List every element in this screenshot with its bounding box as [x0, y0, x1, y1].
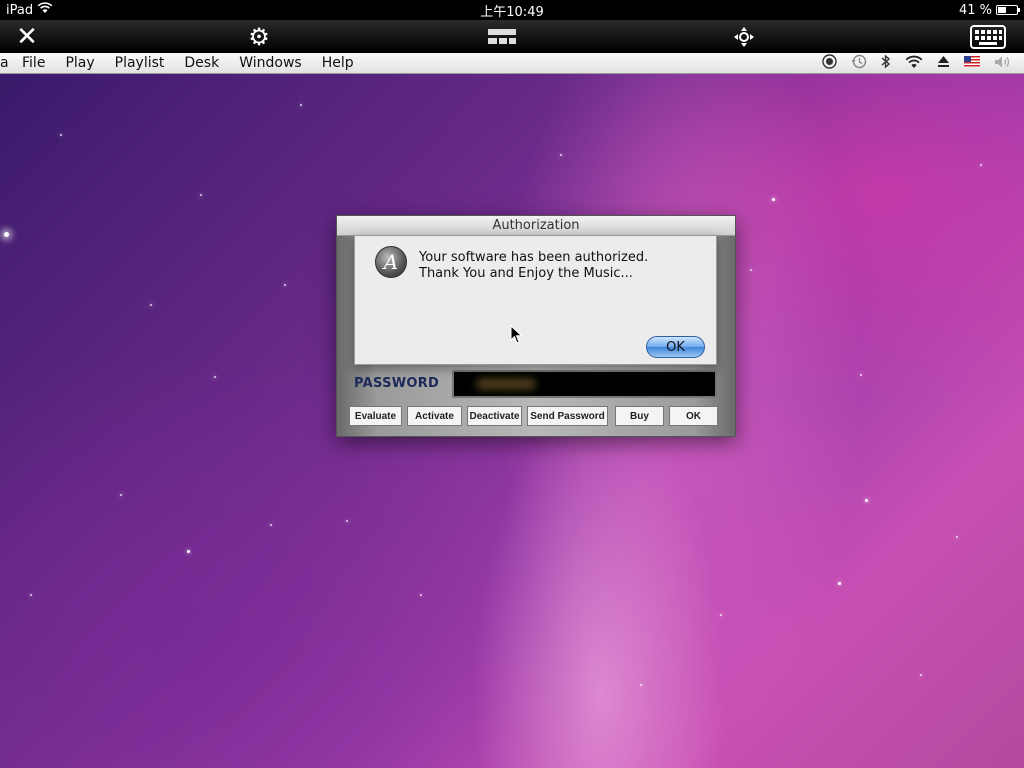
- star: [980, 164, 982, 166]
- menu-playlist[interactable]: Playlist: [105, 53, 175, 74]
- password-label: PASSWORD: [354, 376, 440, 391]
- battery-percent: 41 %: [958, 2, 992, 18]
- gear-icon[interactable]: ⚙: [244, 20, 274, 53]
- volume-icon[interactable]: [994, 55, 1012, 73]
- alert-ok-button[interactable]: OK: [646, 336, 705, 358]
- wifi-icon: [37, 2, 53, 18]
- move-icon[interactable]: [730, 20, 758, 53]
- ok-button[interactable]: OK: [669, 406, 718, 426]
- alert-message-line-1: Your software has been authorized.: [419, 250, 649, 265]
- close-icon[interactable]: ✕: [12, 20, 42, 53]
- buy-button[interactable]: Buy: [615, 406, 664, 426]
- menu-desk[interactable]: Desk: [174, 53, 229, 74]
- send-password-button[interactable]: Send Password: [527, 406, 608, 426]
- time-machine-icon[interactable]: [851, 54, 867, 73]
- star: [920, 674, 922, 676]
- mouse-cursor-icon: [510, 324, 524, 345]
- screen-layout-icon[interactable]: [484, 20, 520, 53]
- device-name: iPad: [6, 2, 34, 18]
- star: [640, 684, 642, 686]
- star: [720, 614, 722, 616]
- star: [838, 582, 841, 585]
- menu-app-edge[interactable]: a: [0, 53, 12, 74]
- password-field[interactable]: [452, 370, 717, 398]
- star: [772, 198, 775, 201]
- menu-play[interactable]: Play: [55, 53, 104, 74]
- star: [865, 499, 868, 502]
- bluetooth-icon[interactable]: [881, 54, 891, 73]
- star: [284, 284, 286, 286]
- star: [560, 154, 562, 156]
- password-blurred-value: [476, 378, 536, 390]
- app-icon: A: [375, 246, 407, 278]
- star: [420, 594, 422, 596]
- star: [346, 520, 348, 522]
- alert-message: Your software has been authorized. Thank…: [419, 250, 648, 282]
- star: [200, 194, 202, 196]
- wifi-icon[interactable]: [905, 55, 923, 73]
- star: [150, 304, 152, 306]
- mac-menu-bar: a File Play Playlist Desk Windows Help: [0, 53, 1024, 74]
- activate-button[interactable]: Activate: [407, 406, 462, 426]
- star: [30, 594, 32, 596]
- record-icon[interactable]: [822, 54, 837, 73]
- star: [120, 494, 122, 496]
- alert-message-line-2: Thank You and Enjoy the Music...: [419, 266, 633, 281]
- authorized-alert-sheet: A Your software has been authorized. Tha…: [354, 235, 717, 365]
- star: [60, 134, 62, 136]
- star: [4, 232, 9, 237]
- us-flag-icon[interactable]: [964, 56, 980, 71]
- star: [750, 269, 752, 271]
- menu-file[interactable]: File: [12, 53, 55, 74]
- ios-status-bar: iPad 上午10:49 41 %: [0, 0, 1024, 20]
- star: [300, 104, 302, 106]
- remote-toolbar: ✕ ⚙: [0, 20, 1024, 53]
- eject-icon[interactable]: [937, 55, 950, 72]
- star: [214, 376, 216, 378]
- status-time: 上午10:49: [480, 4, 544, 20]
- star: [270, 524, 272, 526]
- star: [860, 374, 862, 376]
- battery-icon: [996, 5, 1020, 15]
- evaluate-button[interactable]: Evaluate: [349, 406, 402, 426]
- star: [956, 536, 958, 538]
- menu-help[interactable]: Help: [312, 53, 364, 74]
- window-title: Authorization: [337, 216, 735, 236]
- deactivate-button[interactable]: Deactivate: [467, 406, 522, 426]
- keyboard-icon[interactable]: [968, 20, 1008, 53]
- menu-windows[interactable]: Windows: [229, 53, 312, 74]
- star: [187, 550, 190, 553]
